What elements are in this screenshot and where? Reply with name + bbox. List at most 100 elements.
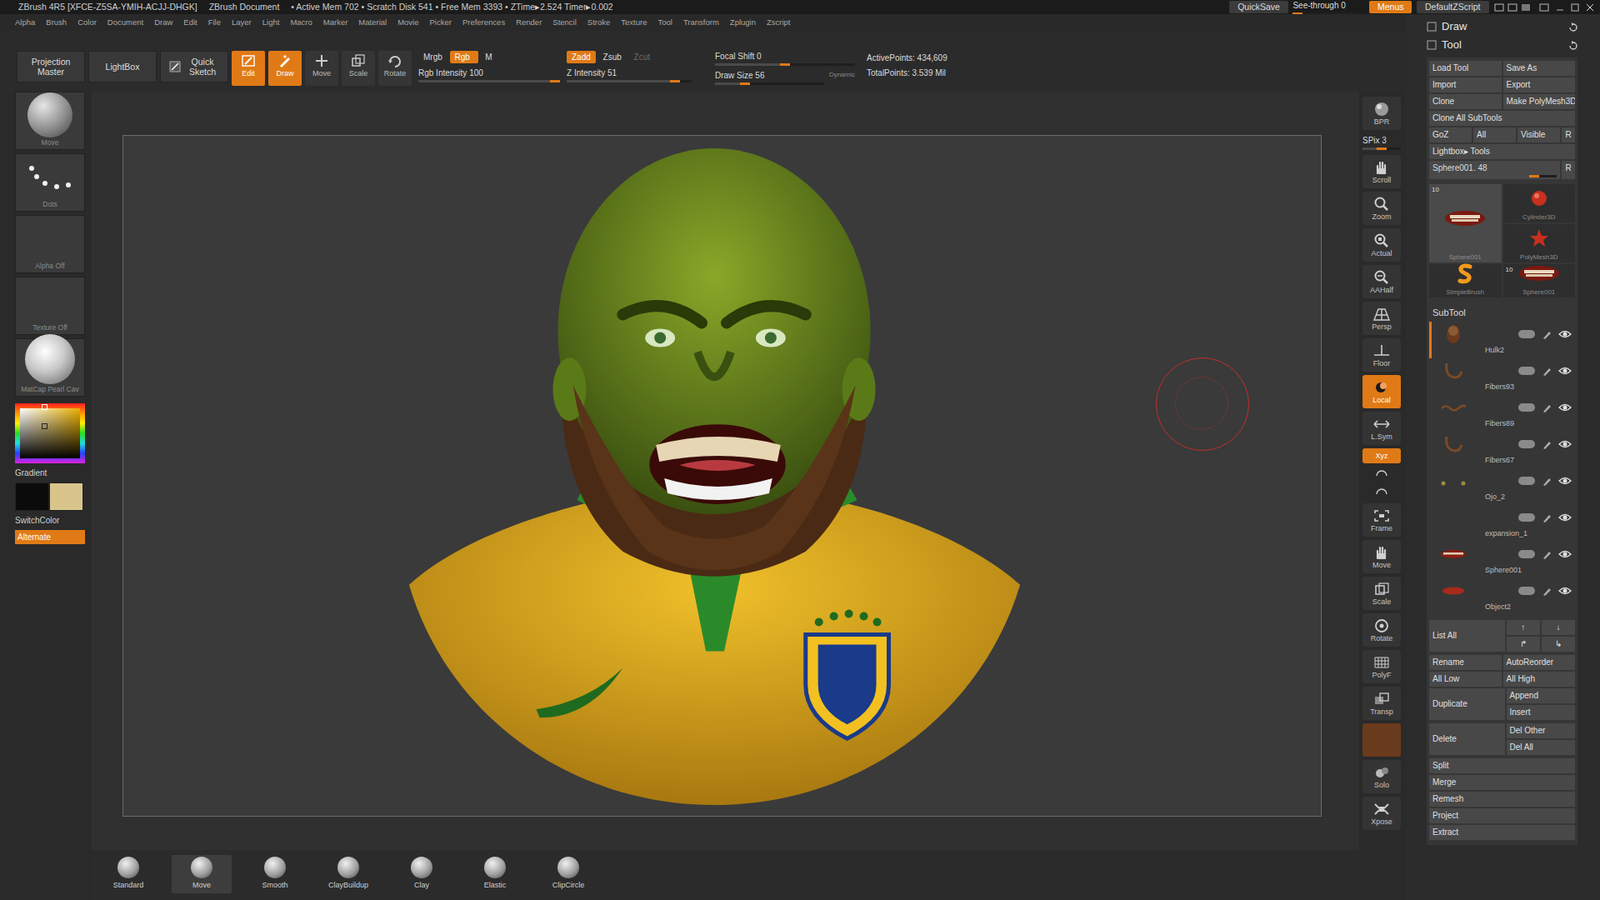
action-button[interactable]: Split <box>1429 758 1575 774</box>
frame-button[interactable]: Frame <box>1362 503 1401 537</box>
menu-item[interactable]: Render <box>515 16 542 29</box>
tool-button[interactable]: Lightbox▸ Tools <box>1429 144 1575 160</box>
move-button[interactable]: Move <box>1362 540 1401 574</box>
action-button[interactable]: ↳ <box>1541 636 1575 652</box>
subtool-row[interactable]: Fibers93 <box>1429 358 1575 395</box>
brush-button[interactable]: Move <box>171 855 232 894</box>
rotate-button[interactable]: Rotate <box>1362 613 1401 647</box>
visibility-eye-icon[interactable] <box>1558 511 1572 524</box>
brush-button[interactable]: ClipCircle <box>538 855 599 894</box>
subtool-row[interactable]: Fibers67 <box>1429 431 1575 469</box>
tool-thumbnail[interactable]: Sphere00110 <box>1429 184 1502 263</box>
menu-item[interactable]: Color <box>77 16 97 29</box>
draw-size-slider[interactable]: Draw Size56 <box>715 70 825 85</box>
polyf-button[interactable]: PolyF <box>1362 650 1401 684</box>
tool-slider[interactable]: Sphere001. 48 <box>1429 160 1560 180</box>
dynamic-toggle[interactable]: Dynamic <box>829 70 855 80</box>
menu-item[interactable]: Brush <box>45 16 67 29</box>
menu-item[interactable]: Stencil <box>552 16 577 29</box>
menu-item[interactable]: Zplugin <box>730 16 756 29</box>
intensity-slider[interactable]: Rgb Intensity100 <box>418 67 560 83</box>
action-button[interactable]: Del All <box>1506 740 1576 755</box>
subtool-row[interactable]: Hulk2 <box>1429 321 1575 359</box>
tool-button[interactable]: Visible <box>1517 127 1560 143</box>
gradient-label[interactable]: Gradient <box>15 466 87 480</box>
menu-item[interactable]: Marker <box>323 16 349 29</box>
visibility-eye-icon[interactable] <box>1558 328 1572 340</box>
subtool-toggle[interactable] <box>1518 476 1535 485</box>
panel-button[interactable]: Projection Master <box>16 50 85 83</box>
menu-item[interactable]: Alpha <box>15 16 35 29</box>
mode-toggle[interactable]: Rgb <box>450 50 479 64</box>
zoom-button[interactable]: Zoom <box>1362 191 1401 225</box>
xpose-button[interactable]: Xpose <box>1362 796 1401 830</box>
panel-button[interactable]: LightBox <box>88 50 157 83</box>
bpr-button[interactable]: BPR <box>1362 96 1401 130</box>
menu-item[interactable]: Stroke <box>587 16 610 29</box>
persp-button[interactable]: Persp <box>1362 301 1401 335</box>
action-button[interactable]: ↱ <box>1506 636 1540 652</box>
actual-button[interactable]: Actual <box>1362 228 1401 262</box>
action-button[interactable]: List All <box>1429 620 1505 652</box>
menu-item[interactable]: Draw <box>154 16 173 29</box>
menus-toggle[interactable]: Menus <box>1369 0 1413 14</box>
tool-button[interactable]: Import <box>1429 77 1502 93</box>
transp-button[interactable]: Transp <box>1362 686 1401 720</box>
blank-button[interactable] <box>1362 723 1401 757</box>
action-button[interactable]: ↓ <box>1541 620 1575 635</box>
tool-thumbnail[interactable]: PolyMesh3D <box>1503 224 1576 263</box>
subtool-row[interactable]: expansion_1 <box>1429 505 1575 542</box>
action-button[interactable]: All Low <box>1429 671 1502 687</box>
menu-item[interactable]: Picker <box>430 16 452 29</box>
subtool-row[interactable]: Object2 <box>1429 578 1575 615</box>
menu-item[interactable]: Preferences <box>462 16 505 29</box>
main-color-swatch[interactable] <box>15 482 50 511</box>
tool-button[interactable]: Save As <box>1503 60 1576 76</box>
visibility-eye-icon[interactable] <box>1558 365 1572 377</box>
menu-item[interactable]: Zscript <box>766 16 791 29</box>
mode-button[interactable]: Edit <box>231 50 265 86</box>
visibility-eye-icon[interactable] <box>1558 438 1572 450</box>
tool-button[interactable]: Export <box>1503 77 1576 93</box>
scale-button[interactable]: Scale <box>1362 576 1401 610</box>
tool-thumbnail[interactable]: Sphere00110 <box>1503 264 1576 298</box>
panel-button[interactable]: Quick Sketch <box>160 50 229 83</box>
color-field[interactable] <box>20 408 80 459</box>
mode-toggle[interactable]: Zadd <box>566 50 596 64</box>
subtool-row[interactable]: Sphere001 <box>1429 541 1575 579</box>
local-button[interactable]: Local <box>1362 375 1401 409</box>
palette-header[interactable]: Draw <box>1426 17 1578 36</box>
document-canvas[interactable] <box>122 135 1322 817</box>
subtool-toggle[interactable] <box>1518 440 1535 449</box>
tool-button[interactable]: R <box>1561 127 1575 143</box>
material-slot[interactable]: MatCap Pearl Cav <box>15 338 85 397</box>
see-through-slider[interactable]: See-through0 <box>1292 0 1365 15</box>
menu-item[interactable]: Texture <box>620 16 647 29</box>
visibility-eye-icon[interactable] <box>1558 475 1572 487</box>
subtool-toggle[interactable] <box>1518 403 1535 412</box>
subtool-row[interactable]: Ojo_2 <box>1429 468 1575 505</box>
menu-item[interactable]: Light <box>262 16 280 29</box>
visibility-eye-icon[interactable] <box>1558 548 1572 560</box>
subtool-toggle[interactable] <box>1518 330 1535 339</box>
visibility-eye-icon[interactable] <box>1558 401 1572 414</box>
mode-button[interactable]: Rotate <box>378 50 412 86</box>
tool-button[interactable]: Clone <box>1429 94 1502 110</box>
mode-button[interactable]: Scale <box>341 50 375 86</box>
quicksave-button[interactable]: QuickSave <box>1229 0 1289 14</box>
menu-item[interactable]: Material <box>358 16 387 29</box>
empty-slot[interactable]: Texture Off <box>15 276 85 335</box>
secondary-color-swatch[interactable] <box>49 482 84 511</box>
floor-button[interactable]: Floor <box>1362 338 1401 372</box>
mode-toggle[interactable]: M <box>480 50 509 64</box>
brush-button[interactable]: ClayBuildup <box>318 855 379 894</box>
tool-button[interactable]: Make PolyMesh3D <box>1503 94 1576 110</box>
action-button[interactable]: Remesh <box>1429 791 1575 807</box>
mode-button[interactable]: Move <box>305 50 339 86</box>
action-button[interactable]: Append <box>1506 688 1576 704</box>
subtool-toggle[interactable] <box>1518 513 1535 522</box>
action-button[interactable]: Duplicate <box>1429 688 1505 720</box>
action-button[interactable]: Insert <box>1506 705 1576 720</box>
visibility-eye-icon[interactable] <box>1558 585 1572 597</box>
subtool-header[interactable]: SubTool <box>1429 300 1575 322</box>
